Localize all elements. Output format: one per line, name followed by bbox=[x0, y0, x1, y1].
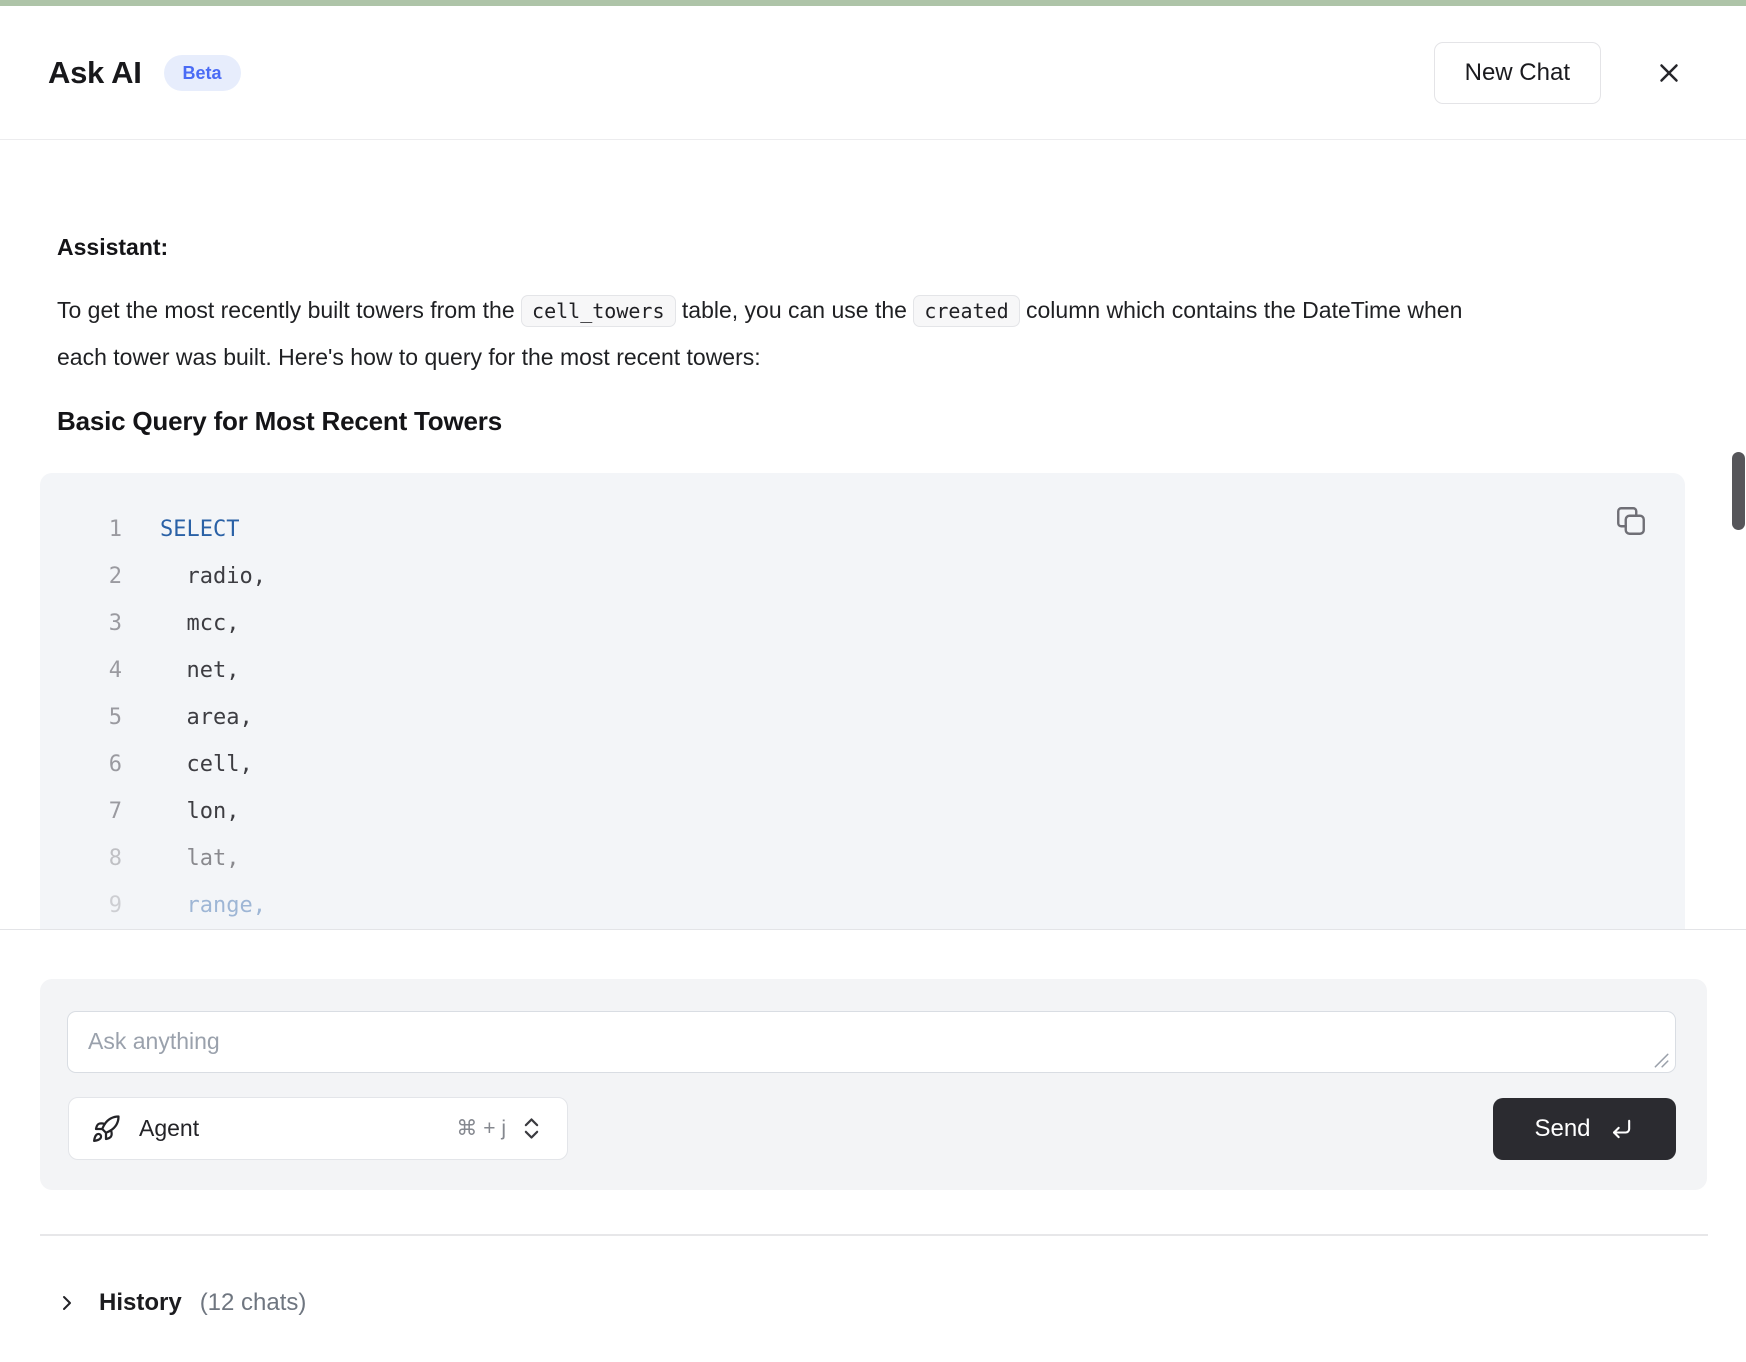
line-number: 6 bbox=[40, 752, 122, 777]
composer-panel: Agent ⌘ + j Send bbox=[40, 979, 1707, 1190]
keyboard-shortcut: ⌘ + j bbox=[456, 1116, 506, 1141]
rocket-icon bbox=[91, 1114, 121, 1144]
code-line: 6 cell, bbox=[40, 741, 1685, 788]
assistant-message-text: To get the most recently built towers fr… bbox=[57, 287, 1487, 380]
beta-badge: Beta bbox=[164, 55, 241, 91]
code-line: 4 net, bbox=[40, 647, 1685, 694]
ask-anything-input[interactable] bbox=[67, 1011, 1676, 1073]
send-button-label: Send bbox=[1534, 1115, 1590, 1143]
line-number: 2 bbox=[40, 564, 122, 589]
sql-code-block: 1SELECT2 radio,3 mcc,4 net,5 area,6 cell… bbox=[40, 473, 1685, 930]
chevron-right-icon bbox=[55, 1291, 79, 1315]
chat-messages-area: Assistant: To get the most recently buil… bbox=[0, 140, 1746, 930]
code-text: radio, bbox=[160, 564, 266, 589]
line-number: 4 bbox=[40, 658, 122, 683]
chevron-up-down-icon bbox=[518, 1115, 545, 1142]
line-number: 3 bbox=[40, 611, 122, 636]
copy-code-button[interactable] bbox=[1609, 499, 1653, 543]
code-line: 3 mcc, bbox=[40, 600, 1685, 647]
code-line: 9 range, bbox=[40, 882, 1685, 929]
header-actions: New Chat bbox=[1434, 42, 1687, 104]
code-line: 8 lat, bbox=[40, 835, 1685, 882]
scrollbar-thumb[interactable] bbox=[1732, 452, 1745, 530]
code-text: lat, bbox=[160, 846, 239, 871]
agent-mode-label: Agent bbox=[139, 1115, 199, 1142]
line-number: 5 bbox=[40, 705, 122, 730]
inline-code: created bbox=[913, 295, 1019, 327]
history-count: (12 chats) bbox=[200, 1289, 307, 1317]
page-title: Ask AI bbox=[48, 55, 142, 91]
header: Ask AI Beta New Chat bbox=[0, 6, 1746, 140]
line-number: 9 bbox=[40, 893, 122, 918]
return-icon bbox=[1607, 1115, 1635, 1143]
line-number: 8 bbox=[40, 846, 122, 871]
history-label: History bbox=[99, 1289, 182, 1317]
line-number: 1 bbox=[40, 517, 122, 542]
code-line: 1 SELECT bbox=[40, 506, 1685, 553]
send-button[interactable]: Send bbox=[1493, 1098, 1676, 1160]
copy-icon bbox=[1613, 503, 1649, 539]
code-text: net, bbox=[160, 658, 239, 683]
code-line: 2 radio, bbox=[40, 553, 1685, 600]
section-heading: Basic Query for Most Recent Towers bbox=[57, 406, 1685, 437]
code-text: mcc, bbox=[160, 611, 239, 636]
inline-code: cell_towers bbox=[521, 295, 675, 327]
history-toggle[interactable]: History (12 chats) bbox=[55, 1283, 306, 1323]
code-text: range, bbox=[160, 893, 266, 918]
code-text: SELECT bbox=[160, 517, 239, 542]
history-divider bbox=[40, 1234, 1708, 1236]
new-chat-button[interactable]: New Chat bbox=[1434, 42, 1601, 104]
ask-ai-panel: Ask AI Beta New Chat Assistant: To get t… bbox=[0, 0, 1746, 1362]
code-lines: 1SELECT2 radio,3 mcc,4 net,5 area,6 cell… bbox=[40, 506, 1685, 929]
code-text: lon, bbox=[160, 799, 239, 824]
code-line: 7 lon, bbox=[40, 788, 1685, 835]
close-icon bbox=[1654, 58, 1684, 88]
agent-right-group: ⌘ + j bbox=[456, 1115, 545, 1142]
assistant-role-label: Assistant: bbox=[57, 234, 1685, 261]
agent-mode-selector[interactable]: Agent ⌘ + j bbox=[68, 1097, 568, 1160]
code-text: cell, bbox=[160, 752, 253, 777]
close-button[interactable] bbox=[1651, 55, 1687, 91]
line-number: 7 bbox=[40, 799, 122, 824]
code-text: area, bbox=[160, 705, 253, 730]
code-line: 5 area, bbox=[40, 694, 1685, 741]
title-group: Ask AI Beta bbox=[48, 55, 241, 91]
